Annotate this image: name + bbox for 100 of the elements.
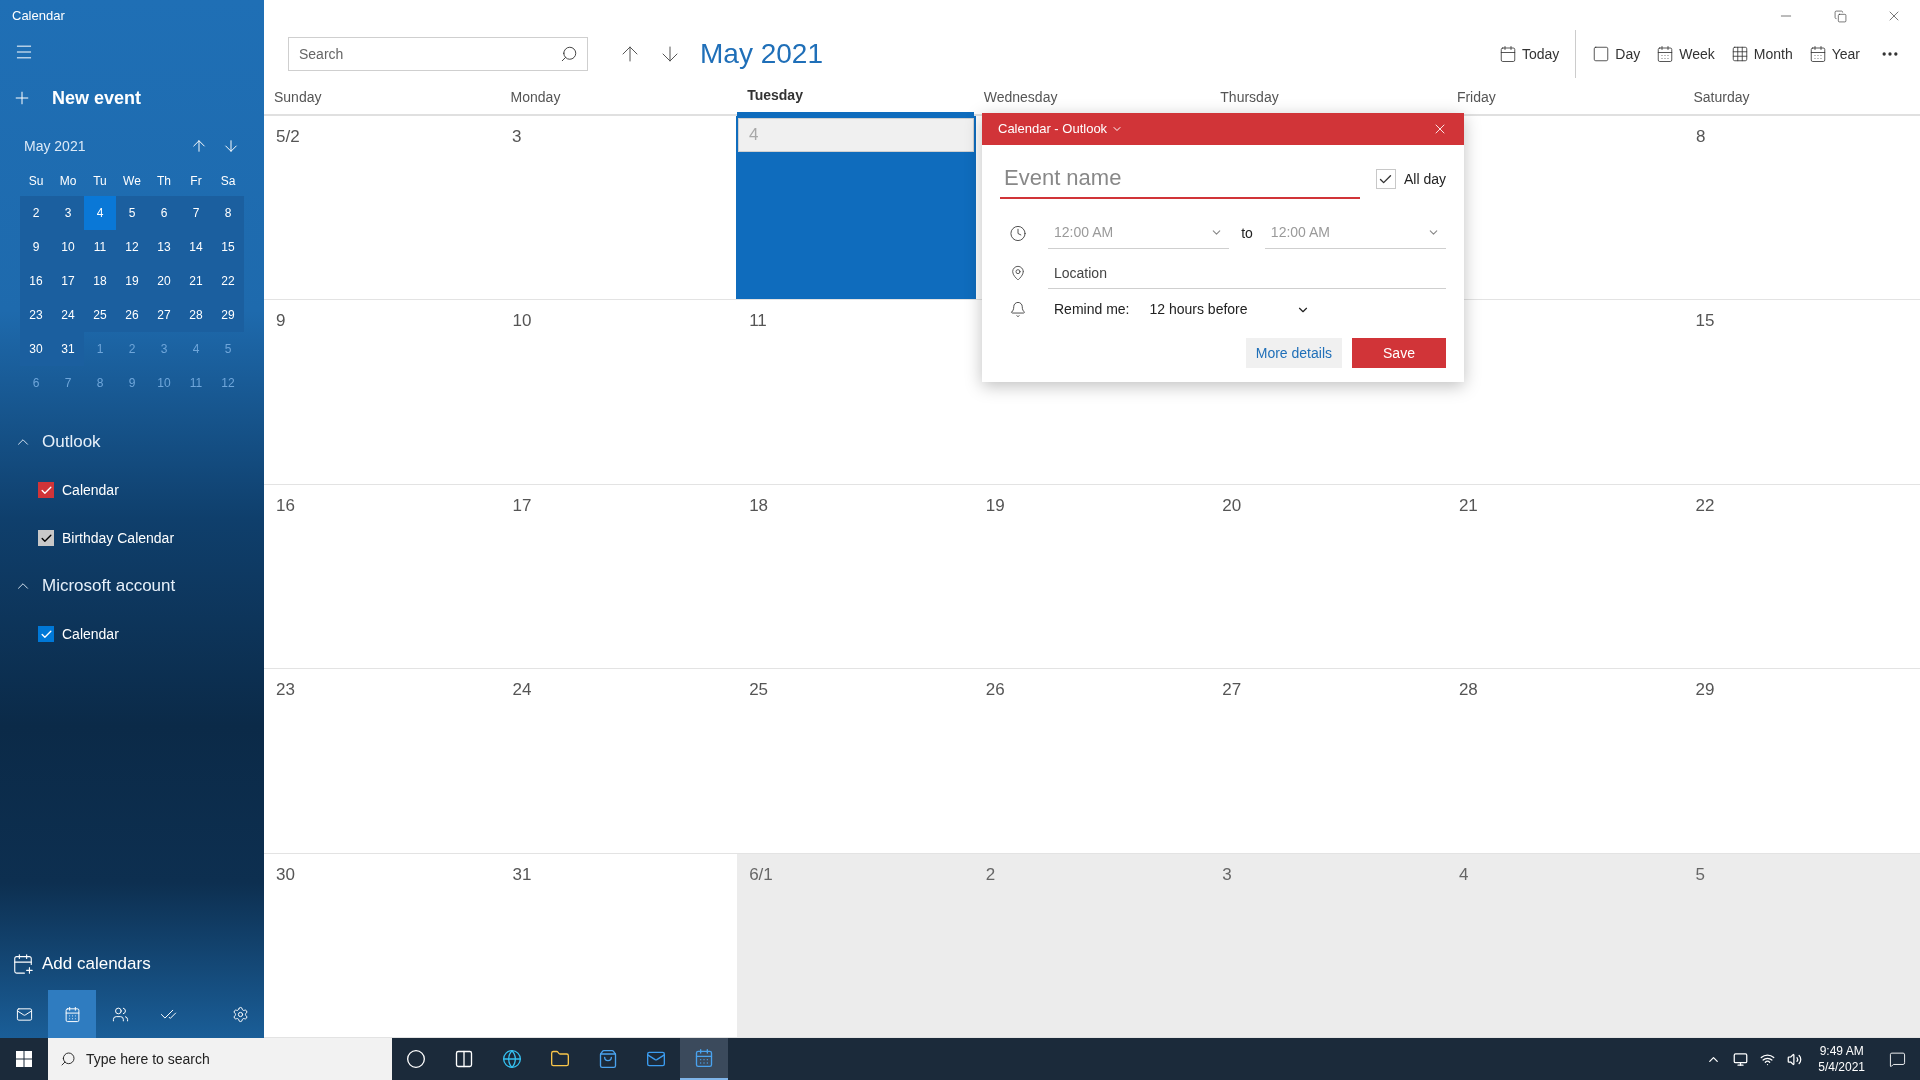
nav-tab[interactable] [48,990,96,1038]
arrow-down-icon[interactable] [222,137,240,155]
checkbox[interactable] [38,530,54,546]
mini-calendar-day[interactable]: 24 [52,298,84,332]
date-label: 15 [1694,310,1716,333]
window-title: Calendar [12,7,65,26]
date-label: 4 [1457,863,1470,886]
date-label: 28 [1457,679,1479,702]
search-icon [560,45,578,63]
mini-calendar-day[interactable]: 3 [52,196,84,230]
date-label: 30 [275,863,296,886]
mini-calendar-day[interactable]: 13 [148,230,180,264]
restore-icon[interactable] [1834,9,1847,23]
date-label: 10 [511,310,533,333]
monitor-icon[interactable] [1733,1051,1749,1067]
view-button[interactable]: Day [1584,36,1649,72]
calendar-picker[interactable]: Calendar - Outlook [998,119,1124,139]
date-label: 22 [1694,494,1716,517]
view-button[interactable]: Year [1800,36,1868,72]
view-button[interactable]: Month [1722,36,1801,72]
mini-calendar-day[interactable]: 23 [20,298,52,332]
mini-calendar-day[interactable]: 5 [116,196,148,230]
event-name-input[interactable]: Event name [1000,159,1360,199]
to-label: to [1241,223,1253,243]
date-label: 9 [275,310,287,333]
clock-date[interactable]: 5/4/2021 [1818,1059,1865,1075]
mini-calendar-day[interactable]: 27 [148,298,180,332]
day-cell[interactable]: 3 [1210,853,1447,1038]
weekday-header: Thursday [1219,88,1280,107]
view-button[interactable]: Week [1648,36,1723,72]
mail-icon [646,1049,666,1069]
search-field[interactable]: Search [288,37,588,71]
circle-icon [406,1049,426,1069]
mini-calendar-day[interactable]: 4 [84,196,116,230]
date-label: 16 [275,494,296,517]
day-cell[interactable]: 5 [1683,853,1920,1038]
checkbox[interactable] [38,482,54,498]
date-label: 26 [984,679,1006,702]
taskbar-search-field[interactable]: Type here to search [48,1038,392,1080]
weekday-label: Tu [92,173,108,190]
mini-calendar-day[interactable]: 8 [212,196,244,230]
weekday-label: Sa [219,173,237,190]
account-group-header[interactable]: Outlook [0,418,264,466]
location-input[interactable]: Location [1048,257,1446,289]
weekday-label: Mo [58,173,78,190]
reminder-dropdown[interactable]: 12 hours before [1141,299,1310,320]
date-label: 2 [984,863,997,886]
mini-calendar-day[interactable]: 10 [52,230,84,264]
globe-icon [502,1049,522,1069]
mini-calendar-day[interactable]: 25 [84,298,116,332]
checkbox[interactable] [1375,169,1396,189]
mini-calendar-day[interactable]: 16 [20,264,52,298]
account-group-header[interactable]: Microsoft account [0,562,264,610]
mini-calendar-day[interactable]: 26 [116,298,148,332]
day-cell[interactable]: 2 [973,853,1211,1038]
weekday-label: Fr [189,173,203,190]
windows-logo-icon[interactable] [16,1051,32,1067]
mini-calendar-day[interactable]: 14 [180,230,212,264]
date-label: 23 [275,679,296,702]
weekday-label: Su [27,173,45,190]
mini-calendar-day[interactable]: 22 [212,264,244,298]
speaker-icon[interactable] [1787,1051,1803,1067]
mini-calendar-day[interactable]: 6 [148,196,180,230]
mini-calendar-day[interactable]: 18 [84,264,116,298]
mini-calendar-day[interactable]: 20 [148,264,180,298]
date-label: 27 [1221,679,1243,702]
mini-calendar-day[interactable]: 15 [212,230,244,264]
new-event-button[interactable]: New event [12,82,252,114]
checkbox[interactable] [38,626,54,642]
mini-calendar-day[interactable]: 9 [20,230,52,264]
date-label: 3 [1221,863,1233,886]
mini-calendar-day[interactable]: 17 [52,264,84,298]
clock-time[interactable]: 9:49 AM [1819,1043,1864,1059]
date-label: 21 [1457,494,1479,517]
date-label: 17 [511,494,533,517]
add-calendars-button[interactable]: Add calendars [0,944,264,984]
day-cell[interactable]: 6/1 [737,853,974,1038]
weekday-header: Wednesday [982,88,1059,107]
mini-calendar-day[interactable]: 12 [116,230,148,264]
more-details-button[interactable]: More details [1245,338,1342,368]
view-button[interactable]: Today [1490,36,1568,72]
mini-calendar-day[interactable]: 19 [116,264,148,298]
date-label: 4 [738,118,974,152]
date-label: 24 [511,679,533,702]
weekday-header: Monday [509,88,562,107]
mini-calendar-day[interactable]: 29 [212,298,244,332]
network-icon[interactable] [1760,1051,1776,1067]
task-view-icon [454,1049,474,1069]
day-cell[interactable]: 4 [1446,853,1684,1038]
weekday-header: Sunday [273,88,323,107]
mini-calendar-day[interactable]: 28 [180,298,212,332]
notification-icon[interactable] [1889,1050,1906,1068]
save-button[interactable]: Save [1352,338,1446,368]
date-label: 11 [748,310,768,333]
date-label: 18 [748,494,770,517]
mini-calendar-day[interactable]: 11 [84,230,116,264]
mini-calendar-day[interactable]: 2 [20,196,52,230]
mini-calendar-day[interactable]: 7 [180,196,212,230]
shopping-bag-icon [598,1049,618,1069]
mini-calendar-day[interactable]: 21 [180,264,212,298]
